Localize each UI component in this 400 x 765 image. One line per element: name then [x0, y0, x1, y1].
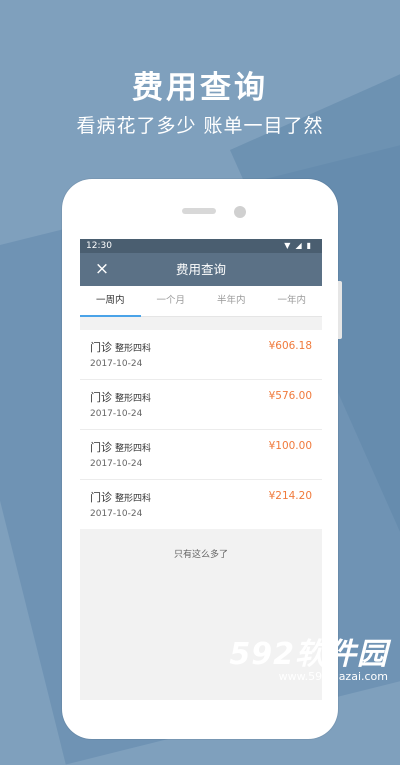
tab-one-month[interactable]: 一个月 — [141, 286, 202, 316]
record-amount: ¥606.18 — [268, 340, 312, 352]
phone-camera — [234, 206, 246, 218]
record-date: 2017-10-24 — [90, 459, 143, 469]
record-type-line: 门诊 整形四科 — [90, 489, 151, 505]
record-type-line: 门诊 整形四科 — [90, 389, 151, 405]
record-date: 2017-10-24 — [90, 409, 143, 419]
list-item[interactable]: 门诊 整形四科 2017-10-24 ¥214.20 — [80, 480, 322, 529]
record-type: 门诊 — [90, 491, 112, 504]
record-amount: ¥214.20 — [268, 490, 312, 502]
tab-half-year[interactable]: 半年内 — [201, 286, 262, 316]
app-bar: × 费用查询 — [80, 253, 322, 286]
wifi-icon: ▼ — [284, 241, 296, 250]
record-date: 2017-10-24 — [90, 359, 143, 369]
record-type: 门诊 — [90, 391, 112, 404]
phone-side-button — [338, 281, 342, 339]
hero-title: 费用查询 — [132, 70, 268, 106]
list-item[interactable]: 门诊 整形四科 2017-10-24 ¥606.18 — [80, 330, 322, 380]
tab-one-week[interactable]: 一周内 — [80, 286, 141, 317]
watermark-brand: 592软件园 — [229, 637, 388, 672]
record-type: 门诊 — [90, 341, 112, 354]
record-type-line: 门诊 整形四科 — [90, 439, 151, 455]
status-icons: ▼◢▮ — [284, 239, 316, 253]
record-dept: 整形四科 — [115, 444, 152, 454]
tab-one-year[interactable]: 一年内 — [262, 286, 323, 316]
record-dept: 整形四科 — [115, 344, 152, 354]
page-title: 费用查询 — [175, 262, 226, 277]
phone-screen: 12:30 ▼◢▮ × 费用查询 一周内 一个月 半年内 一年内 门诊 整形四科 … — [80, 239, 322, 700]
record-amount: ¥100.00 — [268, 440, 312, 452]
record-amount: ¥576.00 — [268, 390, 312, 402]
list-end-text: 只有这么多了 — [173, 550, 228, 560]
phone-speaker — [182, 208, 216, 214]
signal-icon: ◢ — [295, 241, 307, 250]
record-type: 门诊 — [90, 441, 112, 454]
watermark: 592软件园 www.592xiazai.com — [229, 637, 388, 684]
record-dept: 整形四科 — [115, 394, 152, 404]
period-tabs: 一周内 一个月 半年内 一年内 — [80, 286, 322, 317]
list-item[interactable]: 门诊 整形四科 2017-10-24 ¥576.00 — [80, 380, 322, 430]
hero-subtitle: 看病花了多少 账单一目了然 — [76, 115, 324, 137]
list-item[interactable]: 门诊 整形四科 2017-10-24 ¥100.00 — [80, 430, 322, 480]
status-bar: 12:30 ▼◢▮ — [80, 239, 322, 253]
status-time: 12:30 — [86, 241, 112, 251]
record-dept: 整形四科 — [115, 494, 152, 504]
record-type-line: 门诊 整形四科 — [90, 339, 151, 355]
battery-icon: ▮ — [306, 241, 316, 250]
expense-list: 门诊 整形四科 2017-10-24 ¥606.18 门诊 整形四科 2017-10… — [80, 330, 322, 529]
record-date: 2017-10-24 — [90, 509, 143, 519]
